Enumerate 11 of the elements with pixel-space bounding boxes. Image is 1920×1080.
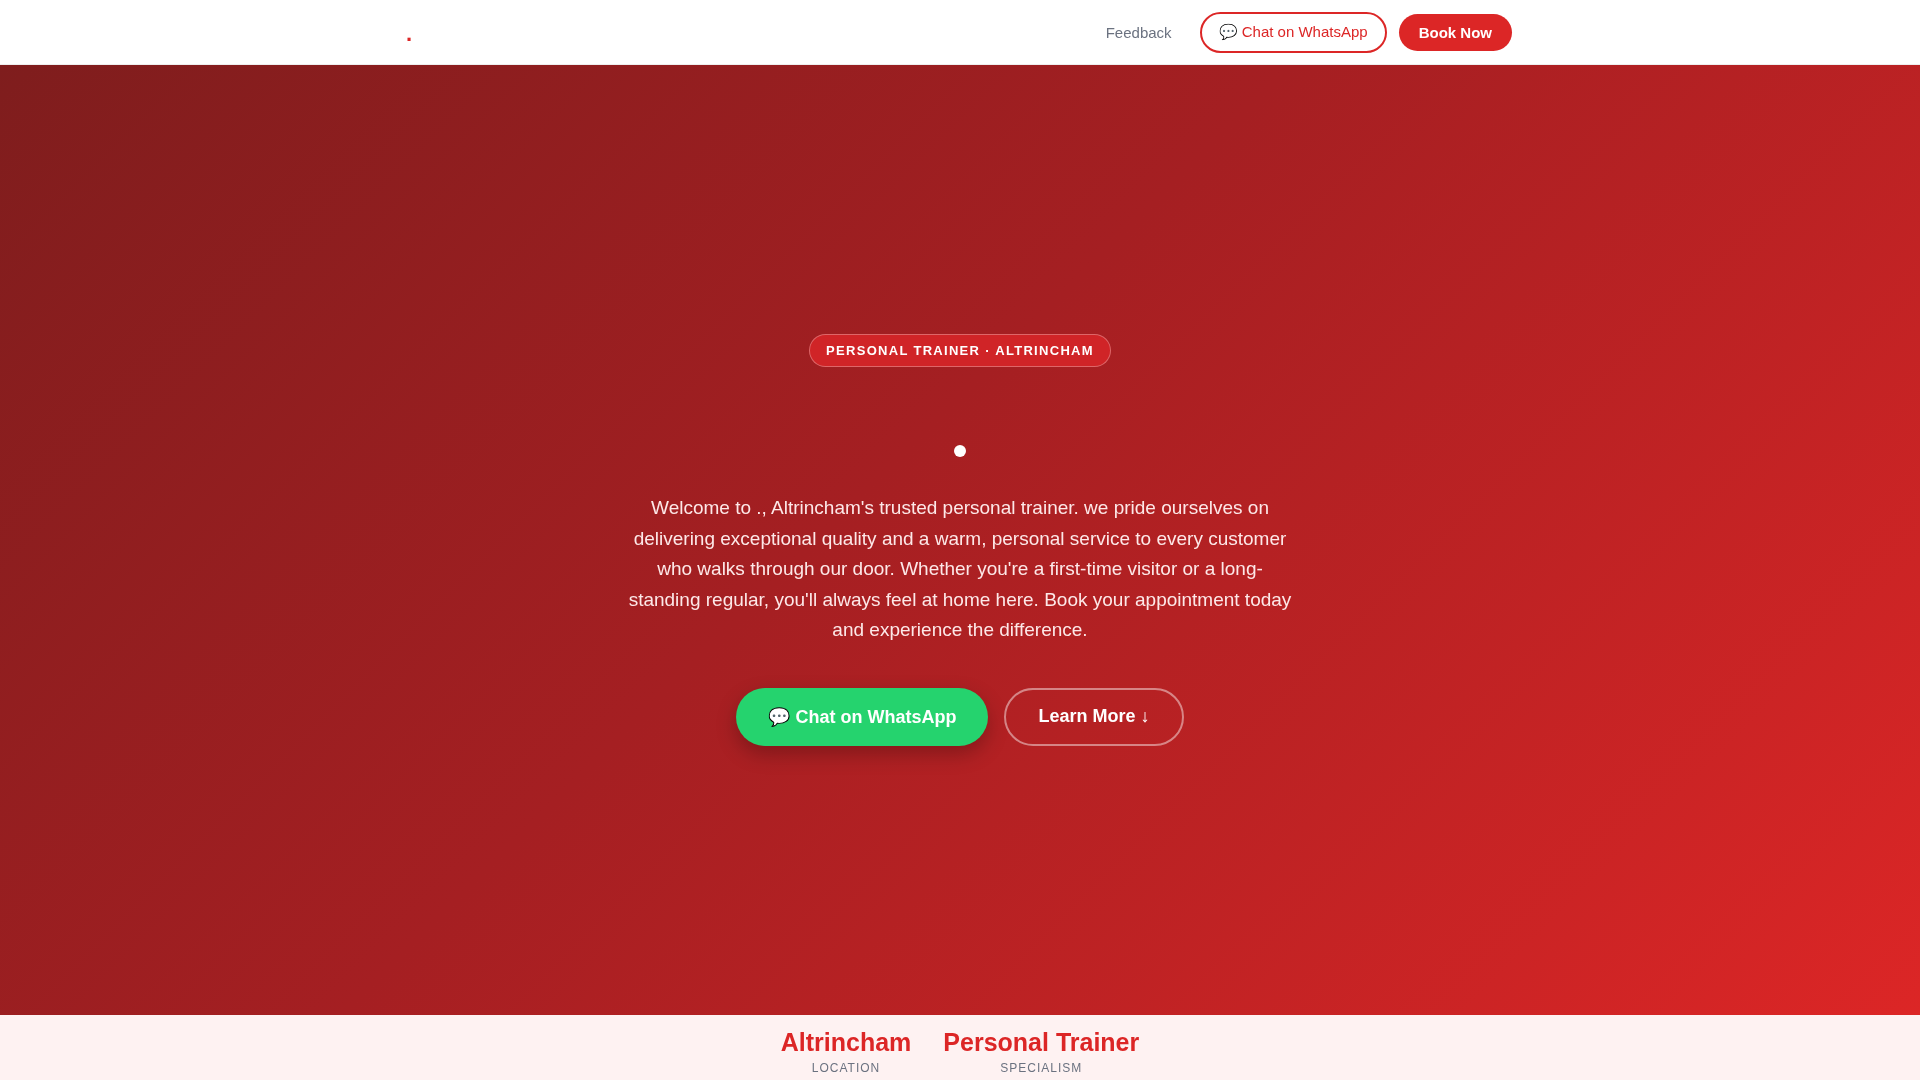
category-badge: PERSONAL TRAINER · ALTRINCHAM — [809, 334, 1111, 367]
logo[interactable]: . — [406, 21, 413, 47]
stat-label: LOCATION — [811, 1061, 881, 1075]
intro-text: Welcome to ., Altrincham's trusted personal trainer. we pride ourselves on delivering exceptional quality and a warm, personal service to every customer who walks through our door. Whether you're a first-time visitor or a long-standing regular, you'll always feel at home here. Book your appointment today and experience the difference. — [627, 496, 1293, 643]
book-button[interactable]: Book Now — [1398, 13, 1512, 51]
feedback-link[interactable]: Feedback — [1105, 23, 1172, 41]
stat-value: Altrincham — [780, 1027, 912, 1057]
learn-more-button[interactable]: Learn More ↓ — [1004, 688, 1184, 746]
chat-button[interactable]: 💬 Chat on WhatsApp — [1199, 11, 1387, 53]
stat-label: SPECIALISM — [1000, 1061, 1083, 1075]
stat-value: Personal Trainer — [943, 1027, 1140, 1057]
